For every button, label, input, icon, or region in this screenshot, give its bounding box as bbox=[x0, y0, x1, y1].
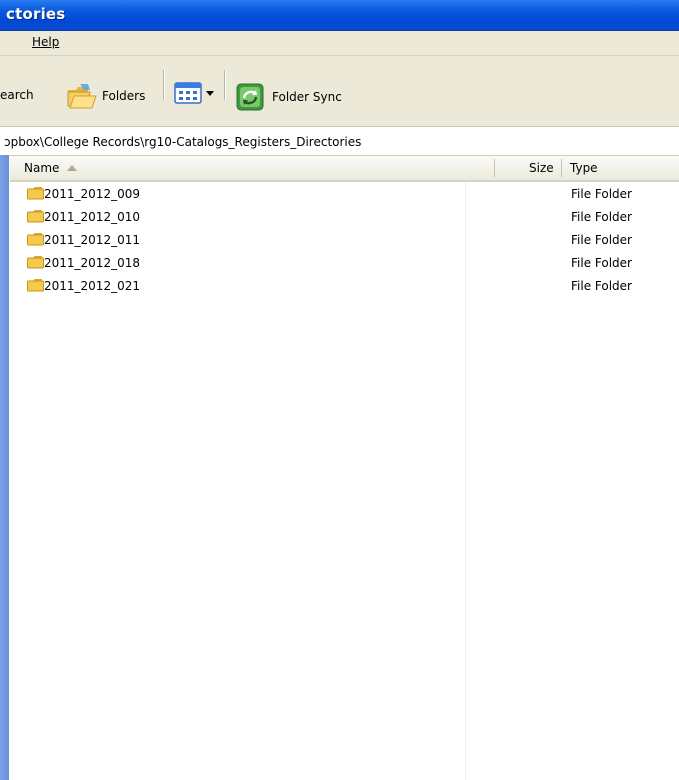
toolbar-separator bbox=[224, 70, 226, 100]
item-name: 2011_2012_018 bbox=[44, 256, 140, 270]
views-icon bbox=[174, 82, 202, 104]
folder-sync-button[interactable]: Folder Sync bbox=[235, 82, 342, 112]
item-type: File Folder bbox=[571, 210, 632, 224]
column-header-name[interactable]: Name bbox=[24, 156, 464, 180]
toolbar: earch Folders Folder Sync bbox=[0, 56, 679, 127]
chevron-down-icon bbox=[206, 91, 214, 96]
column-name-label: Name bbox=[24, 161, 60, 175]
search-label: earch bbox=[0, 88, 34, 102]
list-item[interactable]: 2011_2012_009 File Folder bbox=[10, 182, 679, 205]
sort-ascending-icon bbox=[67, 165, 78, 171]
file-list: 2011_2012_009 File Folder 2011_2012_010 … bbox=[10, 182, 679, 297]
item-type: File Folder bbox=[571, 256, 632, 270]
title-bar: ctories bbox=[0, 0, 679, 31]
column-header: Name Size Type bbox=[10, 156, 679, 182]
list-item[interactable]: 2011_2012_018 File Folder bbox=[10, 251, 679, 274]
column-size-label: Size bbox=[529, 161, 554, 175]
column-divider[interactable] bbox=[561, 159, 562, 177]
folder-icon bbox=[27, 210, 44, 223]
item-type: File Folder bbox=[571, 187, 632, 201]
folder-icon bbox=[27, 279, 44, 292]
item-name: 2011_2012_010 bbox=[44, 210, 140, 224]
column-type-label: Type bbox=[570, 161, 598, 175]
column-divider[interactable] bbox=[494, 159, 495, 177]
address-bar[interactable]: ɔpbox\College Records\rg10-Catalogs_Regi… bbox=[0, 127, 679, 156]
explorer-left-pane bbox=[0, 155, 9, 780]
folder-icon bbox=[27, 233, 44, 246]
window-title: ctories bbox=[6, 5, 66, 23]
folders-button[interactable]: Folders bbox=[66, 82, 145, 110]
folders-label: Folders bbox=[102, 89, 146, 103]
item-type: File Folder bbox=[571, 279, 632, 293]
folders-icon bbox=[67, 84, 97, 109]
search-button[interactable]: earch bbox=[0, 88, 34, 102]
menu-bar: Help bbox=[0, 31, 679, 56]
menu-help[interactable]: Help bbox=[32, 35, 59, 49]
folder-sync-icon bbox=[236, 83, 264, 111]
list-item[interactable]: 2011_2012_021 File Folder bbox=[10, 274, 679, 297]
column-header-size[interactable]: Size bbox=[529, 156, 559, 180]
address-path: ɔpbox\College Records\rg10-Catalogs_Regi… bbox=[4, 135, 362, 149]
column-header-type[interactable]: Type bbox=[570, 156, 670, 180]
item-type: File Folder bbox=[571, 233, 632, 247]
folder-icon bbox=[27, 256, 44, 269]
item-name: 2011_2012_021 bbox=[44, 279, 140, 293]
toolbar-separator bbox=[163, 70, 165, 100]
list-item[interactable]: 2011_2012_010 File Folder bbox=[10, 205, 679, 228]
views-button[interactable] bbox=[174, 82, 215, 104]
folder-sync-label: Folder Sync bbox=[272, 90, 342, 104]
menu-help-label: Help bbox=[32, 35, 60, 49]
list-item[interactable]: 2011_2012_011 File Folder bbox=[10, 228, 679, 251]
item-name: 2011_2012_009 bbox=[44, 187, 140, 201]
item-name: 2011_2012_011 bbox=[44, 233, 140, 247]
folder-icon bbox=[27, 187, 44, 200]
